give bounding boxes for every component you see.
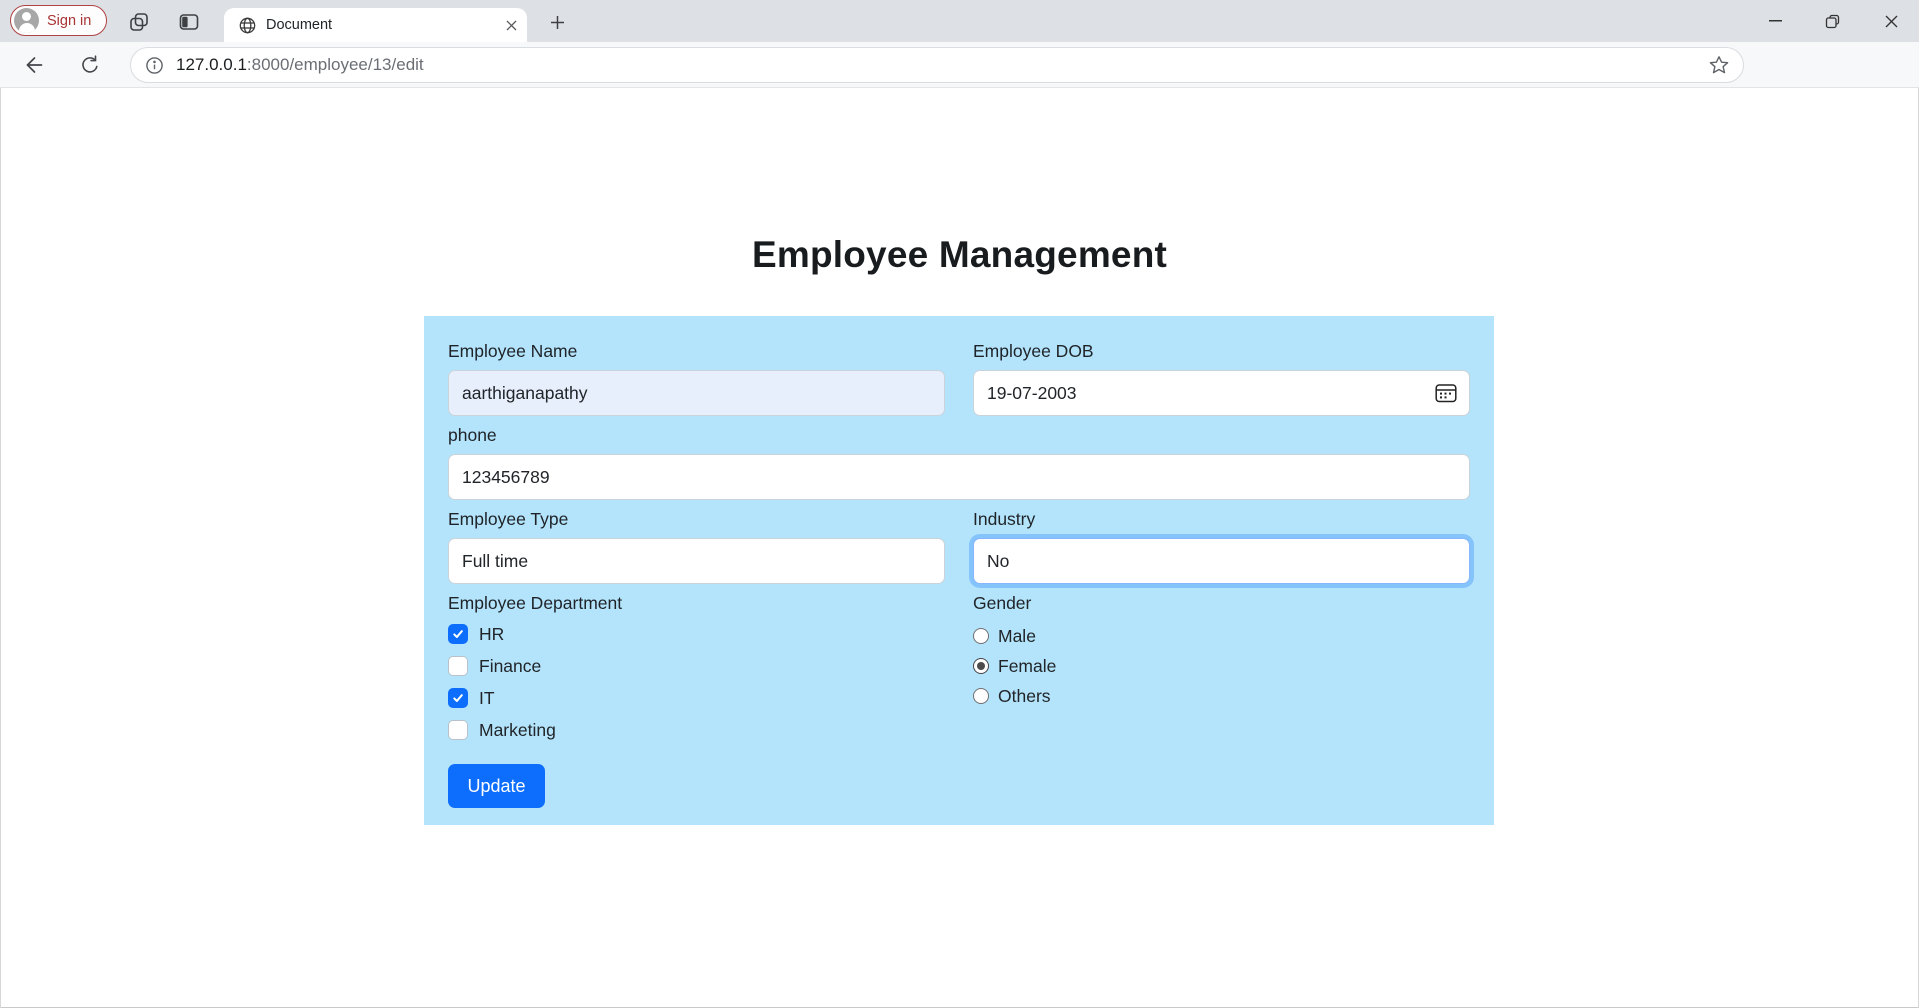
industry-group: Industry: [973, 508, 1470, 584]
tab-layout-icon[interactable]: [176, 9, 202, 35]
gender-option-female[interactable]: Female: [973, 651, 1470, 681]
others-radio[interactable]: [973, 688, 989, 704]
page-title: Employee Management: [0, 234, 1919, 276]
department-option-finance[interactable]: Finance: [448, 650, 945, 682]
calendar-icon[interactable]: [1435, 383, 1457, 403]
employee-name-group: Employee Name: [448, 340, 945, 416]
signin-button[interactable]: Sign in: [10, 5, 107, 36]
minimize-icon[interactable]: [1752, 0, 1798, 42]
finance-label: Finance: [479, 656, 541, 677]
gender-option-male[interactable]: Male: [973, 621, 1470, 651]
industry-label: Industry: [973, 508, 1470, 530]
department-option-hr[interactable]: HR: [448, 618, 945, 650]
gender-label: Gender: [973, 592, 1470, 614]
male-label: Male: [998, 626, 1036, 647]
employee-form-card: Employee Name Employee DOB: [424, 316, 1494, 825]
hr-checkbox[interactable]: [448, 624, 468, 644]
department-option-marketing[interactable]: Marketing: [448, 714, 945, 746]
male-radio[interactable]: [973, 628, 989, 644]
industry-select[interactable]: [973, 538, 1470, 584]
employee-type-select[interactable]: [448, 538, 945, 584]
hr-label: HR: [479, 624, 504, 645]
department-label: Employee Department: [448, 592, 945, 614]
employee-type-label: Employee Type: [448, 508, 945, 530]
tab-close-icon[interactable]: [506, 20, 517, 31]
signin-label: Sign in: [47, 13, 91, 29]
url-host: 127.0.0.1: [176, 55, 247, 74]
browser-toolbar: 127.0.0.1:8000/employee/13/edit: [0, 42, 1919, 88]
department-option-it[interactable]: IT: [448, 682, 945, 714]
refresh-icon[interactable]: [78, 53, 102, 77]
employee-name-input[interactable]: [448, 370, 945, 416]
female-radio[interactable]: [973, 658, 989, 674]
new-tab-icon[interactable]: [543, 9, 571, 35]
employee-dob-input[interactable]: [973, 370, 1470, 416]
others-label: Others: [998, 686, 1051, 707]
restore-icon[interactable]: [1809, 0, 1855, 42]
address-bar[interactable]: 127.0.0.1:8000/employee/13/edit: [130, 47, 1744, 83]
tab-title: Document: [266, 17, 506, 33]
gender-group: Gender Male Female Others: [973, 592, 1470, 746]
page-body: Employee Management Employee Name Employ…: [0, 88, 1919, 1008]
employee-type-group: Employee Type: [448, 508, 945, 584]
marketing-label: Marketing: [479, 720, 556, 741]
update-button[interactable]: Update: [448, 764, 545, 808]
phone-group: phone: [448, 424, 1470, 500]
it-checkbox[interactable]: [448, 688, 468, 708]
window-close-icon[interactable]: [1868, 0, 1914, 42]
phone-input[interactable]: [448, 454, 1470, 500]
back-icon[interactable]: [22, 53, 46, 77]
department-group: Employee Department HR Finance: [448, 592, 945, 746]
browser-tab-strip: Sign in Document: [0, 0, 1919, 42]
browser-tab-document[interactable]: Document: [224, 8, 527, 42]
employee-dob-label: Employee DOB: [973, 340, 1470, 362]
tab-favicon-globe-icon: [239, 17, 256, 34]
workspaces-icon[interactable]: [126, 9, 152, 35]
url-text[interactable]: 127.0.0.1:8000/employee/13/edit: [176, 55, 1709, 75]
avatar-icon: [14, 8, 39, 33]
it-label: IT: [479, 688, 495, 709]
info-icon[interactable]: [145, 56, 164, 75]
bookmark-star-icon[interactable]: [1709, 55, 1729, 75]
employee-name-label: Employee Name: [448, 340, 945, 362]
marketing-checkbox[interactable]: [448, 720, 468, 740]
female-label: Female: [998, 656, 1056, 677]
employee-dob-group: Employee DOB: [973, 340, 1470, 416]
gender-option-others[interactable]: Others: [973, 681, 1470, 711]
url-path: :8000/employee/13/edit: [247, 55, 424, 74]
finance-checkbox[interactable]: [448, 656, 468, 676]
phone-label: phone: [448, 424, 1470, 446]
